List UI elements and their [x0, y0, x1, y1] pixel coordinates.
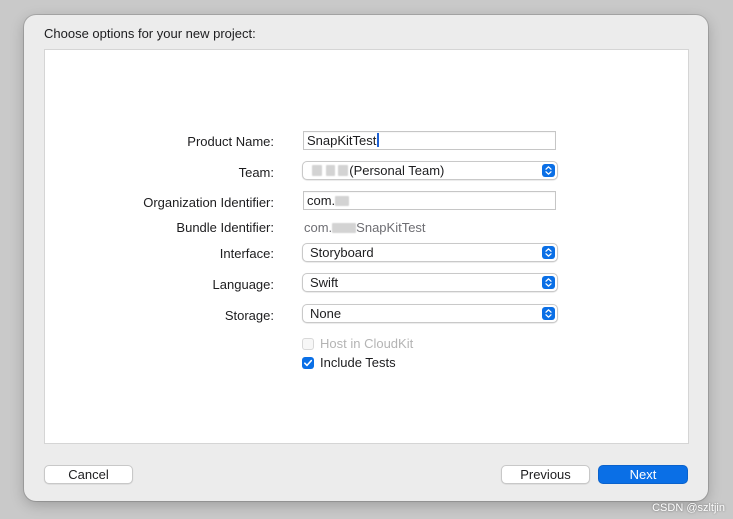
- previous-button[interactable]: Previous: [501, 465, 590, 484]
- org-identifier-label: Organization Identifier:: [143, 195, 274, 210]
- storage-value: None: [310, 306, 342, 321]
- include-tests-checkbox[interactable]: Include Tests: [302, 355, 396, 370]
- include-tests-label: Include Tests: [320, 355, 396, 370]
- bundle-prefix: com.: [304, 220, 333, 235]
- redacted-org: [335, 196, 350, 206]
- team-value: (Personal Team): [349, 163, 445, 178]
- chevron-updown-icon: [542, 246, 555, 259]
- options-panel: Product Name: SnapKitTest Team: (Persona…: [44, 49, 689, 444]
- language-label: Language:: [212, 277, 274, 292]
- product-name-field[interactable]: SnapKitTest: [303, 131, 556, 150]
- checkmark-icon: [302, 357, 314, 369]
- redacted-name: [312, 165, 322, 176]
- interface-label: Interface:: [219, 246, 274, 261]
- team-popup[interactable]: (Personal Team): [302, 161, 558, 180]
- interface-value: Storyboard: [310, 245, 374, 260]
- chevron-updown-icon: [542, 307, 555, 320]
- host-in-cloudkit-checkbox[interactable]: Host in CloudKit: [302, 336, 413, 351]
- sheet-heading: Choose options for your new project:: [44, 26, 256, 41]
- text-caret: [377, 133, 380, 147]
- next-button[interactable]: Next: [598, 465, 688, 484]
- storage-label: Storage:: [224, 308, 274, 323]
- language-value: Swift: [310, 275, 339, 290]
- redacted-name: [325, 165, 335, 176]
- chevron-updown-icon: [542, 164, 555, 177]
- cancel-button[interactable]: Cancel: [44, 465, 133, 484]
- product-name-label: Product Name:: [187, 134, 274, 149]
- watermark: CSDN @szltjin: [652, 502, 725, 514]
- language-popup[interactable]: Swift: [302, 273, 558, 292]
- storage-popup[interactable]: None: [302, 304, 558, 323]
- org-identifier-field[interactable]: com.: [303, 191, 556, 210]
- bundle-identifier-label: Bundle Identifier:: [176, 220, 274, 235]
- new-project-options-sheet: Choose options for your new project: Pro…: [24, 15, 708, 501]
- org-identifier-value: com.: [307, 193, 336, 208]
- redacted-org: [332, 223, 357, 233]
- host-in-cloudkit-label: Host in CloudKit: [320, 336, 414, 351]
- bundle-suffix: SnapKitTest: [356, 220, 426, 235]
- bundle-identifier-value: com. SnapKitTest: [304, 220, 426, 235]
- product-name-value: SnapKitTest: [307, 133, 377, 148]
- redacted-name: [338, 165, 349, 176]
- chevron-updown-icon: [542, 276, 555, 289]
- interface-popup[interactable]: Storyboard: [302, 243, 558, 262]
- team-label: Team:: [238, 165, 274, 180]
- checkbox-empty-icon: [302, 338, 314, 350]
